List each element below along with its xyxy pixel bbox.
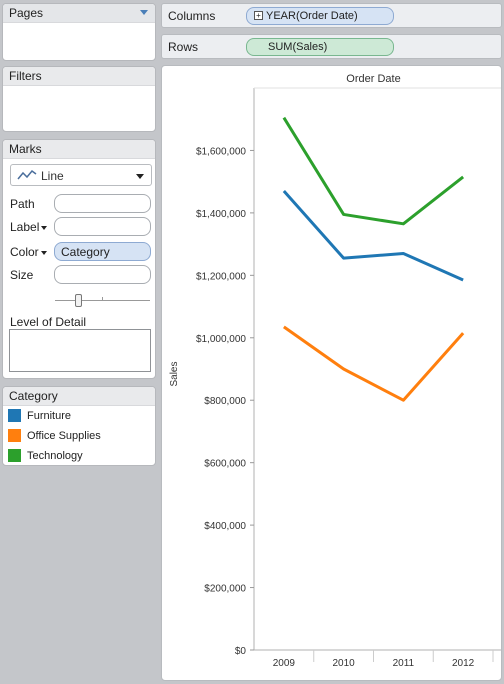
expand-plus-icon[interactable]: + xyxy=(254,11,263,20)
y-tick-label: $800,000 xyxy=(204,396,246,407)
y-tick-label: $1,600,000 xyxy=(196,146,246,157)
y-tick-label: $1,200,000 xyxy=(196,271,246,282)
legend-swatch xyxy=(8,409,21,422)
label-label[interactable]: Label xyxy=(10,220,48,234)
pages-title: Pages xyxy=(9,6,44,20)
rows-shelf-label: Rows xyxy=(168,40,199,54)
size-drop-target[interactable] xyxy=(54,265,151,284)
line-chart-icon xyxy=(17,169,37,180)
filters-card[interactable]: Filters xyxy=(2,66,156,132)
pages-header[interactable]: Pages xyxy=(3,4,155,23)
color-pill-text: Category xyxy=(61,245,110,259)
series-line-furniture xyxy=(282,190,464,282)
y-tick-label: $200,000 xyxy=(204,584,246,595)
legend-swatch xyxy=(8,449,21,462)
x-tick-label: 2011 xyxy=(393,658,415,669)
color-pill[interactable]: Category xyxy=(54,242,151,261)
size-slider-thumb[interactable] xyxy=(74,294,82,307)
legend-label: Furniture xyxy=(27,410,72,422)
legend-label: Technology xyxy=(27,450,83,462)
chart-title: Order Date xyxy=(346,73,400,85)
line-chart: Order Date $0 $200,000 $400,000 $600,000 $800… xyxy=(169,73,501,669)
path-drop-target[interactable] xyxy=(54,194,151,213)
level-of-detail-drop-target[interactable] xyxy=(9,329,151,372)
y-tick-label: $0 xyxy=(235,646,247,657)
columns-pill-text: YEAR(Order Date) xyxy=(266,10,358,22)
marks-title: Marks xyxy=(9,142,42,156)
x-tick-label: 2009 xyxy=(273,658,296,669)
pages-card: Pages xyxy=(2,3,156,61)
y-axis-label: Sales xyxy=(169,361,180,386)
chevron-down-icon xyxy=(40,250,47,255)
filters-header: Filters xyxy=(3,67,155,86)
category-legend: Category Furniture Office Supplies Techn… xyxy=(2,386,156,466)
label-drop-target[interactable] xyxy=(54,217,151,236)
columns-pill[interactable]: + YEAR(Order Date) xyxy=(246,7,394,25)
path-label: Path xyxy=(10,197,35,211)
size-slider-tick xyxy=(102,297,103,301)
y-tick-label: $600,000 xyxy=(204,459,246,470)
mark-type-dropdown[interactable]: Line xyxy=(10,164,152,186)
filters-title: Filters xyxy=(9,69,42,83)
columns-shelf[interactable]: Columns + YEAR(Order Date) xyxy=(161,3,502,28)
series-line-office-supplies xyxy=(283,325,465,402)
y-tick-label: $1,000,000 xyxy=(196,334,246,345)
series-line-technology xyxy=(282,116,465,226)
x-tick-label: 2012 xyxy=(452,658,475,669)
level-of-detail-label: Level of Detail xyxy=(10,315,87,329)
rows-pill[interactable]: SUM(Sales) xyxy=(246,38,394,56)
color-label[interactable]: Color xyxy=(10,245,47,259)
chart-view: Order Date $0 $200,000 $400,000 $600,000 $800… xyxy=(161,65,502,681)
legend-header: Category xyxy=(3,387,155,406)
x-tick-label: 2010 xyxy=(333,658,356,669)
rows-pill-text: SUM(Sales) xyxy=(268,41,328,53)
legend-title: Category xyxy=(9,389,58,403)
size-label: Size xyxy=(10,268,34,282)
rows-shelf[interactable]: Rows SUM(Sales) xyxy=(161,34,502,59)
marks-card: Marks Line Path Label Color Category Siz… xyxy=(2,139,156,379)
legend-label: Office Supplies xyxy=(27,430,101,442)
columns-shelf-label: Columns xyxy=(168,9,216,23)
pages-dropdown-icon[interactable] xyxy=(140,10,148,15)
legend-swatch xyxy=(8,429,21,442)
chevron-down-icon xyxy=(41,225,48,230)
chevron-down-icon xyxy=(136,174,144,179)
y-tick-label: $400,000 xyxy=(204,521,246,532)
marks-header: Marks xyxy=(3,140,155,159)
y-tick-label: $1,400,000 xyxy=(196,209,246,220)
mark-type-label: Line xyxy=(41,169,64,183)
